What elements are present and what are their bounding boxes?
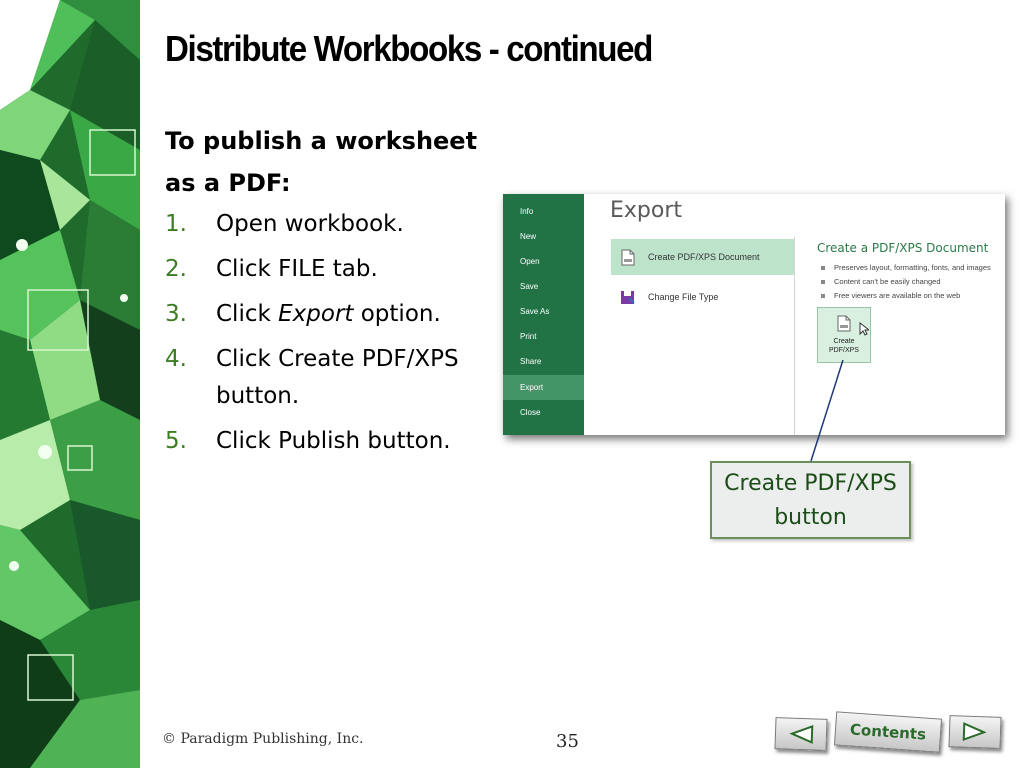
button-label-line1: Create: [833, 338, 855, 345]
step-text-emphasis: Export: [278, 301, 354, 327]
step-item: 3. Click Export option.: [165, 296, 495, 333]
option-label: Change File Type: [648, 292, 719, 302]
nav-item-new[interactable]: New: [503, 224, 584, 249]
nav-item-close[interactable]: Close: [503, 400, 584, 425]
button-label-line2: PDF/XPS: [829, 347, 859, 354]
step-text: Open workbook.: [216, 211, 404, 237]
step-text-post: option.: [353, 301, 441, 327]
contents-button[interactable]: Contents: [833, 711, 943, 753]
decorative-green-band: [0, 0, 140, 768]
pane-title: Create a PDF/XPS Document: [817, 241, 989, 255]
pane-bullet: Free viewers are available on the web: [821, 289, 991, 303]
step-number: 2.: [165, 256, 187, 282]
export-heading: Export: [610, 198, 683, 223]
step-text-pre: Click: [216, 301, 279, 327]
instruction-heading: To publish a worksheet as a PDF:: [165, 127, 478, 197]
step-text: Click Publish button.: [216, 428, 451, 454]
arrow-right-icon: [962, 722, 987, 742]
excel-export-screenshot: Info New Open Save Save As Print Share E…: [503, 194, 1005, 435]
nav-item-open[interactable]: Open: [503, 249, 584, 274]
previous-slide-button[interactable]: [774, 717, 828, 751]
step-item: 4. Click Create PDF/XPS button.: [165, 341, 495, 415]
callout-line1: Create PDF/XPS: [724, 471, 897, 496]
nav-item-export[interactable]: Export: [503, 375, 584, 400]
backstage-main: Export Create PDF/XPS Document Change Fi…: [584, 194, 1005, 435]
change-file-type-icon: [620, 288, 636, 306]
next-slide-button[interactable]: [948, 715, 1002, 749]
slide-title: Distribute Workbooks - continued: [165, 28, 653, 69]
backstage-nav: Info New Open Save Save As Print Share E…: [503, 194, 584, 435]
step-number: 1.: [165, 211, 187, 237]
nav-item-share[interactable]: Share: [503, 349, 584, 374]
pane-bullets: Preserves layout, formatting, fonts, and…: [821, 261, 991, 303]
page-number: 35: [556, 731, 579, 752]
option-label: Create PDF/XPS Document: [648, 252, 760, 262]
change-file-type-option[interactable]: Change File Type: [611, 279, 794, 315]
step-text: Click FILE tab.: [216, 256, 378, 282]
step-item: 1. Open workbook.: [165, 206, 495, 243]
step-text: Click Create PDF/XPS button.: [216, 346, 459, 409]
nav-item-print[interactable]: Print: [503, 324, 584, 349]
nav-item-save[interactable]: Save: [503, 274, 584, 299]
step-item: 2. Click FILE tab.: [165, 251, 495, 288]
callout-line2: button: [774, 505, 847, 530]
copyright-text: © Paradigm Publishing, Inc.: [162, 731, 364, 747]
pdf-document-icon: [620, 248, 636, 266]
pane-bullet: Content can't be easily changed: [821, 275, 991, 289]
step-number: 5.: [165, 428, 187, 454]
arrow-left-icon: [789, 724, 814, 744]
steps-list: 1. Open workbook. 2. Click FILE tab. 3. …: [165, 206, 495, 468]
nav-item-save-as[interactable]: Save As: [503, 299, 584, 324]
step-number: 3.: [165, 301, 187, 327]
step-item: 5. Click Publish button.: [165, 423, 495, 460]
nav-item-info[interactable]: Info: [503, 199, 584, 224]
mouse-cursor-icon: [859, 322, 869, 336]
callout-box: Create PDF/XPS button: [710, 461, 911, 539]
pane-divider: [794, 237, 795, 435]
create-pdf-xps-option[interactable]: Create PDF/XPS Document: [611, 239, 794, 275]
pane-bullet: Preserves layout, formatting, fonts, and…: [821, 261, 991, 275]
step-number: 4.: [165, 346, 187, 372]
